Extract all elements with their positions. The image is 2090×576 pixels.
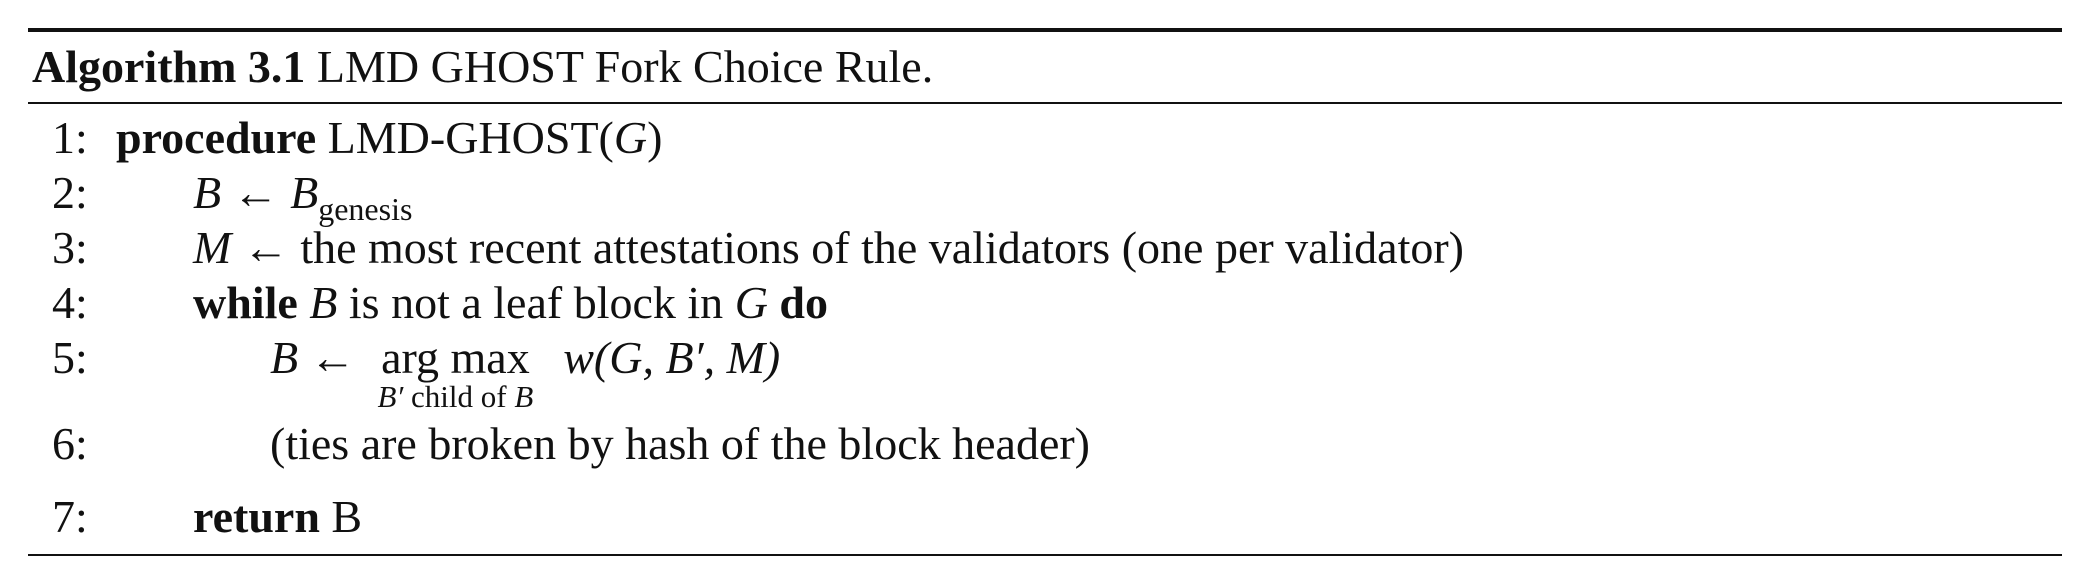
var-b: B	[309, 277, 338, 328]
return-value: B	[331, 491, 363, 542]
line-number: 6:	[52, 418, 88, 469]
assign-arrow: ←	[242, 222, 289, 273]
algorithm-body: 1: procedure LMD-GHOST(G) 2: B ← Bgenesi…	[28, 104, 2062, 544]
line-number: 1:	[52, 112, 88, 163]
line-number: 4:	[52, 277, 88, 328]
line-text: the most recent attestations of the vali…	[300, 222, 1464, 273]
assign-arrow: ←	[232, 167, 279, 218]
line-content: procedure LMD-GHOST(G)	[116, 110, 662, 165]
algorithm-label: Algorithm 3.1	[32, 41, 306, 92]
keyword-return: return	[193, 491, 320, 542]
line-content: return B	[193, 489, 362, 544]
argmax-subscript: B′ child of B	[378, 380, 534, 414]
var-b: B	[514, 379, 534, 414]
argmax-operator: arg max B′ child of B	[378, 330, 534, 414]
line-number: 3:	[52, 222, 88, 273]
line-content: B ← Bgenesis	[193, 165, 412, 227]
procedure-name: LMD-GHOST(	[327, 112, 614, 163]
var-g: G	[734, 277, 768, 328]
line-content: (ties are broken by hash of the block he…	[270, 416, 1090, 471]
algorithm-box: Algorithm 3.1 LMD GHOST Fork Choice Rule…	[28, 28, 2062, 556]
algorithm-line-3: 3: M ← the most recent attestations of t…	[28, 220, 2062, 275]
line-content: M ← the most recent attestations of the …	[193, 220, 1464, 275]
algorithm-line-7: 7: return B	[28, 489, 2062, 544]
child-of-text: child of	[411, 379, 507, 414]
algorithm-line-2: 2: B ← Bgenesis	[28, 165, 2062, 227]
var-b-prime: B′	[377, 379, 404, 414]
var-g: G	[613, 112, 648, 163]
keyword-while: while	[193, 277, 298, 328]
line-text: is not a leaf block in	[348, 277, 724, 328]
algorithm-line-4: 4: while B is not a leaf block in G do	[28, 275, 2062, 330]
algorithm-caption: Algorithm 3.1 LMD GHOST Fork Choice Rule…	[28, 32, 2062, 102]
var-b-genesis: B	[290, 167, 319, 218]
var-b: B	[270, 332, 299, 383]
var-m: M	[193, 222, 232, 273]
line-content: while B is not a leaf block in G do	[193, 275, 828, 330]
line-text: (ties are broken by hash of the block he…	[270, 418, 1091, 469]
argmax-text: arg max	[381, 332, 530, 383]
close-paren: )	[647, 112, 663, 163]
assign-arrow: ←	[309, 332, 356, 383]
var-b: B	[193, 167, 222, 218]
line-number: 5:	[52, 332, 88, 383]
keyword-do: do	[779, 277, 829, 328]
line-number: 2:	[52, 167, 88, 218]
algorithm-title: LMD GHOST Fork Choice Rule.	[316, 41, 934, 92]
line-number: 7:	[52, 491, 88, 542]
line-content: B ← arg max B′ child of B w(G, B′, M)	[270, 330, 781, 414]
bottom-rule	[28, 554, 2062, 556]
algorithm-line-6: 6: (ties are broken by hash of the block…	[28, 416, 2062, 471]
weight-expression: w(G, B′, M)	[563, 332, 781, 383]
algorithm-line-5: 5: B ← arg max B′ child of B w(G, B′, M)	[28, 330, 2062, 416]
algorithm-line-1: 1: procedure LMD-GHOST(G)	[28, 110, 2062, 165]
keyword-procedure: procedure	[116, 112, 317, 163]
